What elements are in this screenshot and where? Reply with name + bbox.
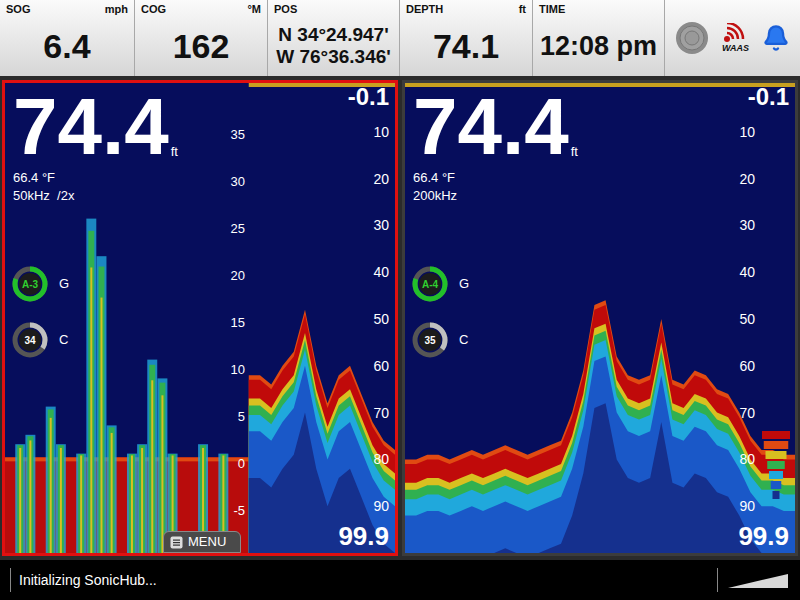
depth-tick: 20 (739, 172, 755, 186)
menu-icon (170, 536, 183, 549)
range-top: -0.1 (348, 85, 389, 109)
gauge-label: C (459, 330, 468, 350)
depth-tick: 50 (739, 312, 755, 326)
contrast-gauge[interactable]: 35C (411, 321, 469, 359)
sonar-panel[interactable]: 74.4ft66.4 °F200kHz A-4G 35C -0.1 99.9 10 20 30… (402, 80, 798, 556)
data-field[interactable]: POSN 34°24.947'W 76°36.346' (268, 0, 400, 76)
depth-tick: 10 (739, 125, 755, 139)
zoom-tick: 0 (238, 457, 245, 470)
range-top: -0.1 (748, 85, 789, 109)
frequency: 200kHz (413, 187, 578, 205)
gain-gauge[interactable]: A-3G (11, 265, 69, 303)
depth-tick: 90 (373, 499, 389, 513)
depth-readout: 74.4ft66.4 °F200kHz (413, 87, 578, 205)
color-legend-icon (761, 431, 791, 501)
menu-button[interactable]: MENU (163, 531, 241, 553)
data-field[interactable]: SOGmph6.4 (0, 0, 135, 76)
depth-tick: 30 (373, 218, 389, 232)
gauge-label: G (59, 274, 69, 294)
gain-gauge[interactable]: A-4G (411, 265, 469, 303)
status-icons: WAAS (665, 0, 800, 76)
depth-tick: 40 (739, 265, 755, 279)
zoom-tick: -5 (233, 504, 245, 517)
range-bottom: 99.9 (738, 523, 789, 549)
contrast-gauge[interactable]: 34C (11, 321, 69, 359)
depth-tick: 80 (739, 452, 755, 466)
depth-tick: 70 (373, 406, 389, 420)
sonar-panel[interactable]: 74.4ft66.4 °F50kHz /2x A-3G 34C -0.1 99.9 10 2… (2, 80, 398, 556)
sonar-disc-icon[interactable] (675, 21, 709, 55)
status-bar: Initializing SonicHub... (0, 560, 800, 600)
zoom-tick: 5 (238, 410, 245, 423)
sonar-panels: 74.4ft66.4 °F50kHz /2x A-3G 34C -0.1 99.9 10 2… (0, 76, 800, 556)
signal-strength-icon (728, 570, 790, 590)
depth-readout: 74.4ft66.4 °F50kHz /2x (13, 87, 178, 205)
depth-tick: 20 (373, 172, 389, 186)
data-field[interactable]: TIME12:08 pm (533, 0, 665, 76)
zoom-tick: 20 (231, 269, 245, 282)
alarm-bell-icon[interactable] (762, 24, 790, 52)
depth-tick: 60 (739, 359, 755, 373)
gps-signal-icon (721, 23, 749, 43)
frequency: 50kHz /2x (13, 187, 178, 205)
water-temperature: 66.4 °F (413, 169, 578, 187)
zoom-tick: 30 (231, 175, 245, 188)
depth-tick: 30 (739, 218, 755, 232)
depth-tick: 50 (373, 312, 389, 326)
data-field[interactable]: COG°M162 (135, 0, 268, 76)
zoom-tick: 25 (231, 222, 245, 235)
range-bottom: 99.9 (338, 523, 389, 549)
zoom-tick: 35 (231, 128, 245, 141)
status-message: Initializing SonicHub... (19, 570, 157, 591)
top-bar: SOGmph6.4COG°M162POSN 34°24.947'W 76°36.… (0, 0, 800, 76)
depth-tick: 40 (373, 265, 389, 279)
water-temperature: 66.4 °F (13, 169, 178, 187)
zoom-tick: 10 (231, 363, 245, 376)
waas-indicator[interactable]: WAAS (721, 23, 749, 54)
depth-tick: 10 (373, 125, 389, 139)
depth-tick: 60 (373, 359, 389, 373)
data-field[interactable]: DEPTHft74.1 (400, 0, 533, 76)
depth-tick: 90 (739, 499, 755, 513)
depth-tick: 80 (373, 452, 389, 466)
chartplotter-screen: SOGmph6.4COG°M162POSN 34°24.947'W 76°36.… (0, 0, 800, 600)
gauge-label: G (459, 274, 469, 294)
depth-tick: 70 (739, 406, 755, 420)
gauge-label: C (59, 330, 68, 350)
zoom-tick: 15 (231, 316, 245, 329)
